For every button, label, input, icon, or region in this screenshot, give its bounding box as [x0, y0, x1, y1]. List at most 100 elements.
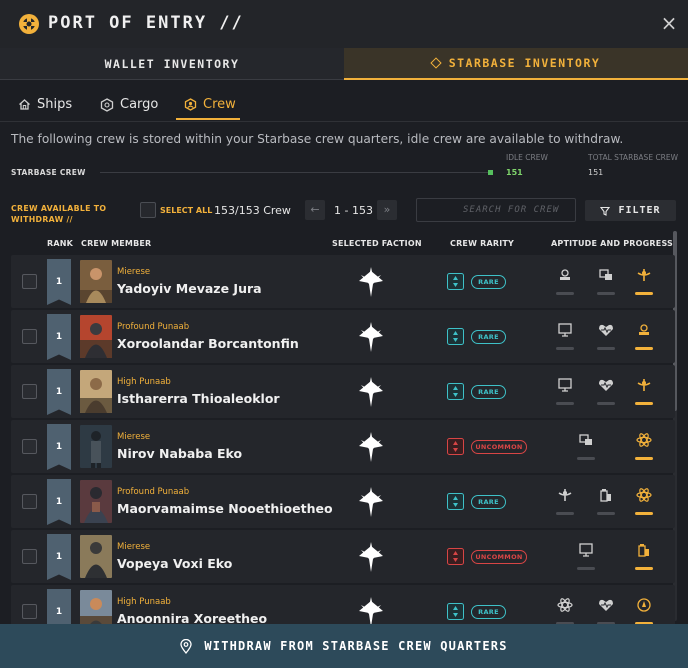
crew-row[interactable]: 1 Mierese Yadoyiv Mevaze Jura RARE [11, 255, 675, 308]
crew-portrait [80, 315, 112, 358]
location-pin-icon [180, 638, 192, 654]
faction-emblem-icon [359, 487, 383, 517]
starbase-crew-label: STARBASE CREW [11, 168, 86, 177]
engineering-icon [639, 324, 649, 335]
diamond-icon [430, 57, 442, 69]
header-crew-rarity: CREW RARITY [450, 239, 515, 248]
tab-wallet-label: WALLET INVENTORY [104, 56, 240, 71]
cargo-icon [100, 97, 114, 112]
row-checkbox[interactable] [22, 494, 37, 509]
aptitude-bar [577, 457, 595, 460]
crew-row[interactable]: 1 Mierese Vopeya Voxi Eko UNCOMMON [11, 530, 675, 583]
tab-crew[interactable]: Crew [184, 97, 236, 112]
select-all-label[interactable]: SELECT ALL [160, 206, 212, 215]
faction-emblem-icon [359, 267, 383, 297]
page-range: 1 - 153 [334, 204, 373, 217]
aptitude-bar [635, 402, 653, 405]
rarity-uncommon-icon [447, 438, 464, 455]
rank-badge: 1 [47, 424, 71, 470]
tab-cargo[interactable]: Cargo [100, 97, 158, 112]
aptitude-bar [635, 457, 653, 460]
crew-portrait [80, 590, 112, 625]
close-icon[interactable]: × [658, 12, 680, 34]
command-icon [579, 434, 592, 445]
atom-icon [557, 598, 573, 612]
aptitude-bar [556, 292, 574, 295]
crew-name: Anoonnira Xoreetheo [117, 611, 268, 625]
window-title: PORT OF ENTRY // [48, 13, 244, 33]
prev-page-button[interactable]: ← [305, 200, 325, 220]
rarity-rare-icon [447, 383, 464, 400]
filter-button[interactable]: FILTER [585, 200, 676, 221]
crew-name: Xoroolandar Borcantonfin [117, 336, 299, 351]
rank-value: 1 [55, 497, 63, 507]
rarity-badge: UNCOMMON [471, 440, 527, 454]
crew-portrait [80, 260, 112, 303]
inventory-tabs: WALLET INVENTORY STARBASE INVENTORY [0, 48, 688, 80]
crew-row[interactable]: 1 High Punaab Anoonnira Xoreetheo RARE [11, 585, 675, 625]
row-checkbox[interactable] [22, 439, 37, 454]
crew-portrait [80, 480, 112, 523]
crew-count: 153/153 Crew [214, 204, 291, 217]
aptitude-bar [597, 292, 615, 295]
title-bar: PORT OF ENTRY // × [0, 0, 688, 48]
faction-emblem-icon [359, 322, 383, 352]
rarity-badge: RARE [471, 385, 506, 399]
rank-value: 1 [55, 607, 63, 617]
crew-name: Istharerra Thioaleoklor [117, 391, 280, 406]
aptitude-bar [597, 402, 615, 405]
crew-faction: Mierese [117, 267, 151, 277]
select-all-checkbox[interactable] [140, 202, 156, 218]
header-crew-member: CREW MEMBER [81, 239, 152, 248]
crew-faction: High Punaab [117, 597, 171, 607]
next-page-button[interactable]: » [377, 200, 397, 220]
aptitude-bar [556, 347, 574, 350]
rank-badge: 1 [47, 259, 71, 305]
medical-icon [637, 379, 651, 391]
crew-row[interactable]: 1 Profound Punaab Xoroolandar Borcantonf… [11, 310, 675, 363]
header-selected-faction: SELECTED FACTION [332, 239, 422, 248]
crew-faction: Profound Punaab [117, 322, 190, 332]
crew-name: Maorvamaimse Nooethioetheo [117, 501, 333, 516]
rarity-rare-icon [447, 493, 464, 510]
rank-value: 1 [55, 552, 63, 562]
rank-badge: 1 [47, 479, 71, 525]
tab-cargo-label: Cargo [120, 97, 159, 112]
row-checkbox[interactable] [22, 604, 37, 619]
health-icon [599, 379, 613, 391]
tab-ships[interactable]: Ships [18, 97, 72, 112]
rank-badge: 1 [47, 314, 71, 360]
faction-emblem-icon [359, 377, 383, 407]
rank-value: 1 [55, 332, 63, 342]
withdraw-button[interactable]: WITHDRAW FROM STARBASE CREW QUARTERS [0, 624, 688, 668]
header-aptitude: APTITUDE AND PROGRESS [551, 239, 674, 248]
fuel-icon [638, 544, 649, 557]
withdraw-label: WITHDRAW FROM STARBASE CREW QUARTERS [204, 639, 508, 653]
crew-row[interactable]: 1 High Punaab Istharerra Thioaleoklor RA… [11, 365, 675, 418]
starbase-crew-bar [100, 172, 493, 173]
aptitude-bar [556, 512, 574, 515]
idle-crew-value: 151 [506, 168, 523, 177]
faction-emblem-icon [359, 432, 383, 462]
filter-icon [600, 206, 611, 216]
crew-list: 1 Mierese Yadoyiv Mevaze Jura RARE 1 Pro… [0, 253, 688, 625]
tab-wallet-inventory[interactable]: WALLET INVENTORY [0, 48, 344, 80]
row-checkbox[interactable] [22, 329, 37, 344]
search-input[interactable] [416, 198, 576, 222]
crew-row[interactable]: 1 Mierese Nirov Nababa Eko UNCOMMON [11, 420, 675, 473]
row-checkbox[interactable] [22, 384, 37, 399]
tab-crew-label: Crew [203, 97, 236, 112]
row-checkbox[interactable] [22, 549, 37, 564]
rank-badge: 1 [47, 589, 71, 625]
aptitude-bar [635, 347, 653, 350]
crew-row[interactable]: 1 Profound Punaab Maorvamaimse Nooethioe… [11, 475, 675, 528]
port-logo-icon [19, 14, 39, 34]
aptitude-bar [556, 402, 574, 405]
rank-badge: 1 [47, 534, 71, 580]
rarity-badge: RARE [471, 330, 506, 344]
aptitude-bar [597, 347, 615, 350]
tab-starbase-inventory[interactable]: STARBASE INVENTORY [344, 48, 688, 80]
science-icon [579, 543, 593, 557]
row-checkbox[interactable] [22, 274, 37, 289]
medical-icon [637, 269, 651, 281]
